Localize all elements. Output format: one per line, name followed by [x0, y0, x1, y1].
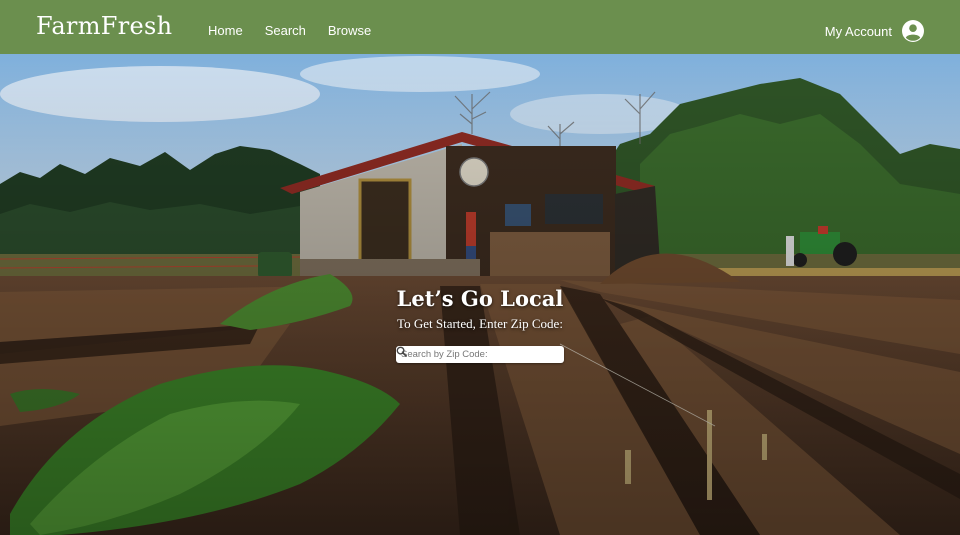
logo[interactable]: FarmFresh — [36, 12, 172, 40]
hero-headline: Let’s Go Local — [396, 286, 564, 311]
nav-search-link[interactable]: Search — [265, 23, 306, 38]
nav-home-link[interactable]: Home — [208, 23, 243, 38]
zip-code-input[interactable] — [401, 347, 541, 361]
hero-farm-photo: Let’s Go Local To Get Started, Enter Zip… — [0, 54, 960, 535]
nav-browse-link[interactable]: Browse — [328, 23, 371, 38]
search-icon[interactable] — [396, 346, 407, 357]
hero-call-to-action: Let’s Go Local To Get Started, Enter Zip… — [0, 286, 960, 332]
account-menu[interactable]: My Account — [825, 20, 924, 42]
zip-search-box — [396, 346, 564, 363]
main-nav: Home Search Browse — [208, 23, 393, 38]
hero-subline: To Get Started, Enter Zip Code: — [397, 316, 563, 331]
user-avatar-icon[interactable] — [902, 20, 924, 42]
top-navigation-bar: FarmFresh Home Search Browse My Account — [0, 0, 960, 54]
account-label[interactable]: My Account — [825, 24, 892, 39]
